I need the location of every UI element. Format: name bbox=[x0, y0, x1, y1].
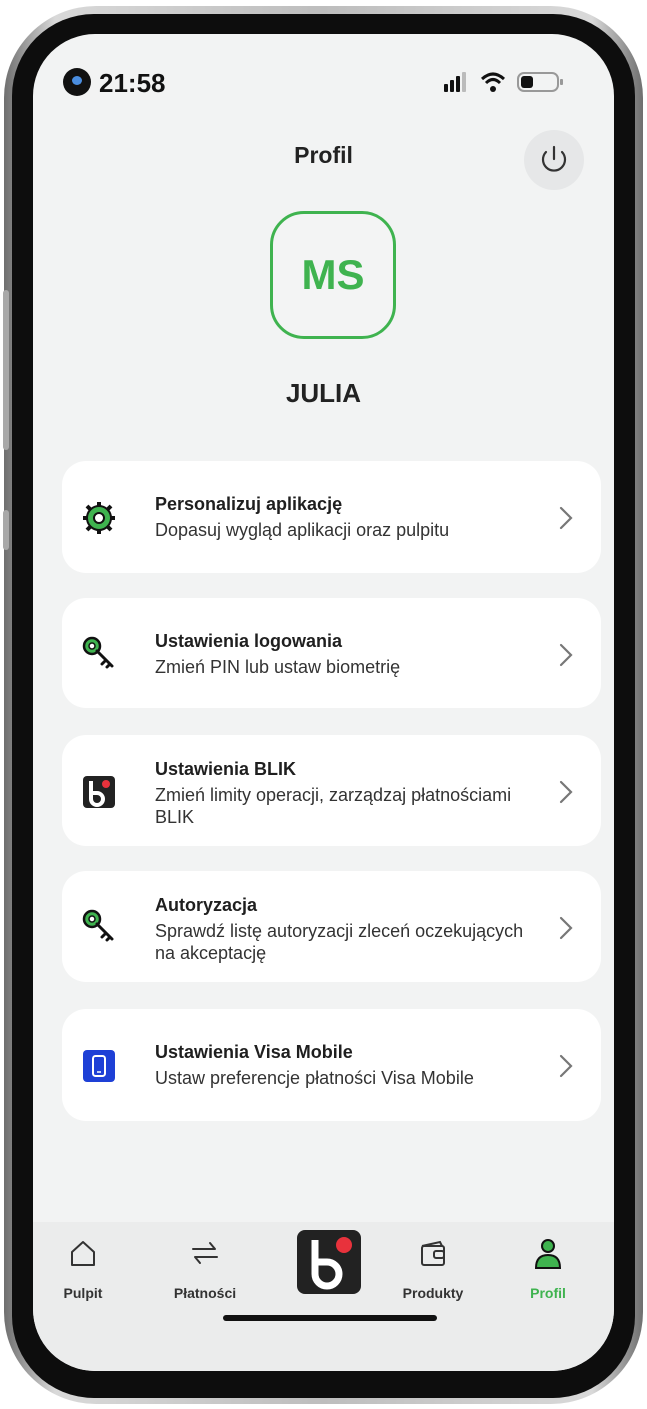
chevron-right-icon bbox=[559, 916, 573, 940]
blik-icon bbox=[297, 1230, 361, 1294]
menu-item-authorization[interactable]: Autoryzacja Sprawdź listę autoryzacji zl… bbox=[62, 871, 601, 982]
tab-platnosci[interactable]: Płatności bbox=[145, 1222, 265, 1322]
menu-item-description: Dopasuj wygląd aplikacji oraz pulpitu bbox=[155, 520, 450, 540]
menu-item-login-settings[interactable]: Ustawienia logowania Zmień PIN lub ustaw… bbox=[62, 598, 601, 708]
user-icon bbox=[534, 1239, 562, 1269]
tab-pulpit[interactable]: Pulpit bbox=[33, 1222, 133, 1322]
menu-item-title: Ustawienia logowania bbox=[155, 631, 343, 651]
user-name: JULIA bbox=[285, 378, 362, 408]
chevron-right-icon bbox=[559, 780, 573, 804]
gear-icon bbox=[83, 502, 115, 534]
key-icon bbox=[82, 636, 114, 669]
menu-item-title: Ustawienia BLIK bbox=[155, 759, 297, 779]
avatar-initials: MS bbox=[301, 251, 365, 298]
status-time: 21:58 bbox=[99, 68, 166, 98]
tab-profil[interactable]: Profil bbox=[503, 1222, 593, 1322]
app-screen: 21:58 Profil MS JULIA Personalizuj aplik… bbox=[33, 34, 614, 1371]
menu-item-description: Zmień PIN lub ustaw biometrię bbox=[155, 657, 401, 677]
phone-icon bbox=[83, 1050, 115, 1082]
transfer-icon bbox=[192, 1242, 218, 1264]
key-icon bbox=[82, 909, 114, 942]
blik-icon bbox=[83, 776, 115, 808]
tab-label: Profil bbox=[530, 1285, 566, 1301]
wifi-icon bbox=[480, 72, 506, 92]
menu-item-title: Personalizuj aplikację bbox=[155, 494, 343, 514]
home-icon bbox=[71, 1241, 95, 1266]
tab-produkty[interactable]: Produkty bbox=[383, 1222, 483, 1322]
menu-item-title: Ustawienia Visa Mobile bbox=[155, 1042, 353, 1062]
chevron-right-icon bbox=[559, 643, 573, 667]
menu-item-title: Autoryzacja bbox=[155, 895, 258, 915]
status-icons bbox=[444, 72, 563, 92]
menu-item-description: Sprawdź listę autoryzacji zleceń oczekuj… bbox=[155, 921, 524, 963]
tab-blik[interactable] bbox=[281, 1222, 363, 1322]
menu-item-visa-mobile[interactable]: Ustawienia Visa Mobile Ustaw preferencje… bbox=[62, 1009, 601, 1121]
tab-label: Produkty bbox=[402, 1285, 464, 1301]
menu-item-description: Ustaw preferencje płatności Visa Mobile bbox=[155, 1068, 474, 1088]
battery-icon bbox=[517, 72, 563, 92]
camera-indicator-icon bbox=[63, 68, 91, 96]
tab-label: Płatności bbox=[173, 1285, 237, 1301]
chevron-right-icon bbox=[559, 506, 573, 530]
bottom-tab-bar: Pulpit Płatności Produkty Profil bbox=[33, 1222, 614, 1371]
menu-item-blik-settings[interactable]: Ustawienia BLIK Zmień limity operacji, z… bbox=[62, 735, 601, 846]
wallet-icon bbox=[421, 1240, 445, 1266]
avatar: MS bbox=[270, 211, 396, 339]
phone-side-button bbox=[3, 290, 9, 450]
status-bar: 21:58 bbox=[33, 68, 614, 108]
tab-label: Pulpit bbox=[63, 1285, 103, 1301]
phone-side-button-small bbox=[3, 510, 9, 550]
home-indicator[interactable] bbox=[223, 1315, 437, 1321]
signal-icon bbox=[444, 72, 466, 92]
chevron-right-icon bbox=[559, 1054, 573, 1078]
power-icon bbox=[541, 145, 567, 172]
logout-button[interactable] bbox=[524, 130, 584, 190]
menu-item-description: Zmień limity operacji, zarządzaj płatnoś… bbox=[155, 785, 512, 827]
menu-item-personalize[interactable]: Personalizuj aplikację Dopasuj wygląd ap… bbox=[62, 461, 601, 573]
